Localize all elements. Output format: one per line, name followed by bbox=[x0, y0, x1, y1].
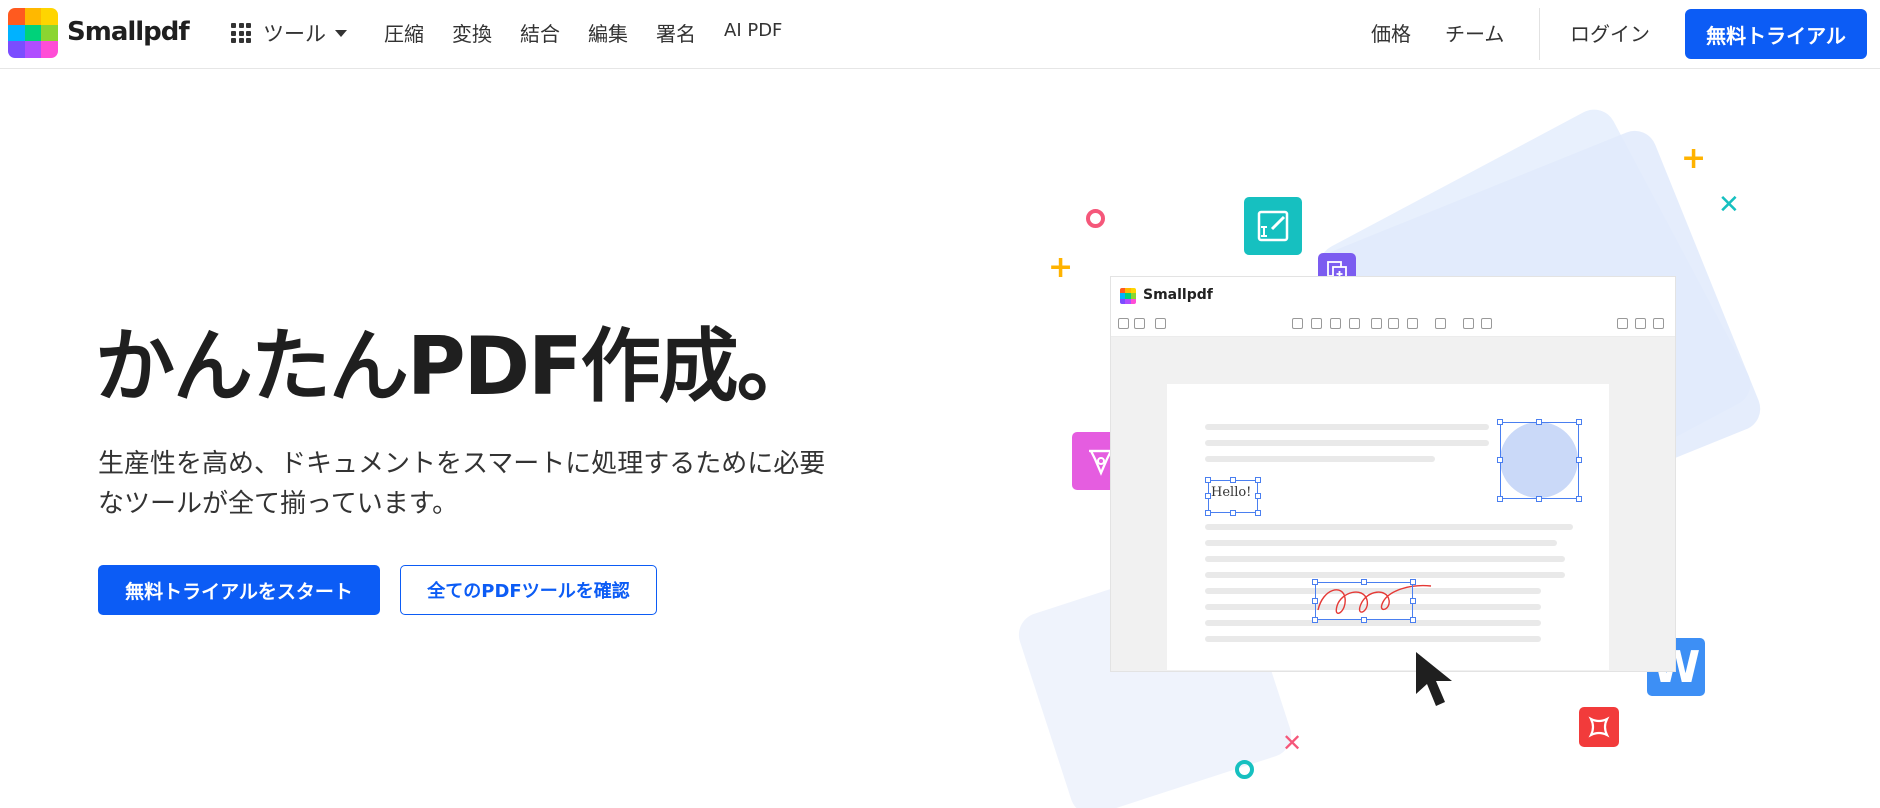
highlighter-icon bbox=[1330, 318, 1341, 329]
resize-handle bbox=[1255, 477, 1261, 483]
editor-toolbar: Smallpdf bbox=[1111, 277, 1675, 337]
resize-handle bbox=[1312, 579, 1318, 585]
view-all-tools-button[interactable]: 全てのPDFツールを確認 bbox=[400, 565, 657, 615]
nav-ai-pdf[interactable]: AI PDF bbox=[724, 20, 782, 47]
resize-handle bbox=[1576, 457, 1582, 463]
text-line bbox=[1205, 524, 1573, 530]
resize-handle bbox=[1205, 510, 1211, 516]
plus-decoration: + bbox=[1681, 141, 1707, 176]
pdf-tool-icon bbox=[1579, 707, 1619, 747]
free-trial-button[interactable]: 無料トライアル bbox=[1685, 9, 1867, 59]
line-tool-icon bbox=[1435, 318, 1446, 329]
shape-selection bbox=[1500, 422, 1579, 499]
hero-description-line-2: なツールが全て揃っています。 bbox=[98, 489, 459, 519]
app-grid-icon bbox=[231, 23, 251, 43]
hero-description-line-1: 生産性を高め、ドキュメントをスマートに処理するために必要 bbox=[98, 449, 826, 479]
text-line bbox=[1205, 424, 1489, 430]
mini-logo-icon bbox=[1120, 288, 1136, 304]
grid-view-icon bbox=[1134, 318, 1145, 329]
sample-text: Hello! bbox=[1211, 485, 1252, 500]
resize-handle bbox=[1205, 493, 1211, 499]
sidebar-toggle-icon bbox=[1118, 318, 1129, 329]
login-link[interactable]: ログイン bbox=[1570, 18, 1650, 47]
main-nav: 圧縮 変換 結合 編集 署名 AI PDF bbox=[384, 18, 810, 47]
top-navigation-bar: Smallpdf ツール 圧縮 変換 結合 編集 署名 AI PDF 価格 チー… bbox=[0, 0, 1880, 69]
redo-icon bbox=[1635, 318, 1646, 329]
nav-convert[interactable]: 変換 bbox=[452, 18, 492, 47]
resize-handle bbox=[1361, 617, 1367, 623]
mouse-cursor-icon bbox=[1416, 652, 1452, 706]
nav-compress[interactable]: 圧縮 bbox=[384, 18, 424, 47]
resize-handle bbox=[1410, 617, 1416, 623]
resize-handle bbox=[1497, 457, 1503, 463]
shape-tool-icon bbox=[1407, 318, 1418, 329]
nav-edit[interactable]: 編集 bbox=[588, 18, 628, 47]
resize-handle bbox=[1230, 477, 1236, 483]
ring-decoration bbox=[1235, 760, 1254, 779]
document-page-mockup: Hello! bbox=[1167, 384, 1609, 670]
ring-decoration bbox=[1086, 209, 1105, 228]
nav-pricing[interactable]: 価格 bbox=[1371, 18, 1411, 47]
hero-illustration: + + ✕ ✕ W Smallpdf bbox=[1000, 101, 1800, 808]
nav-merge[interactable]: 結合 bbox=[520, 18, 560, 47]
resize-handle bbox=[1230, 510, 1236, 516]
text-line bbox=[1205, 440, 1489, 446]
eraser-icon bbox=[1349, 318, 1360, 329]
text-line bbox=[1205, 572, 1565, 578]
signature-tool-icon bbox=[1481, 318, 1492, 329]
secondary-nav: 価格 チーム bbox=[1371, 18, 1538, 47]
resize-handle bbox=[1312, 617, 1318, 623]
hero-title: かんたんPDF作成。 bbox=[95, 320, 817, 413]
resize-handle bbox=[1410, 579, 1416, 585]
resize-handle bbox=[1361, 579, 1367, 585]
zoom-icon bbox=[1653, 318, 1664, 329]
undo-icon bbox=[1617, 318, 1628, 329]
mockup-brand: Smallpdf bbox=[1143, 287, 1213, 303]
pen-tool-icon bbox=[1311, 318, 1322, 329]
nav-team[interactable]: チーム bbox=[1445, 18, 1504, 47]
smallpdf-logo-icon[interactable] bbox=[8, 8, 58, 58]
resize-handle bbox=[1255, 510, 1261, 516]
resize-handle bbox=[1576, 419, 1582, 425]
resize-handle bbox=[1255, 493, 1261, 499]
image-tool-icon bbox=[1463, 318, 1474, 329]
plus-decoration: + bbox=[1048, 250, 1074, 285]
text-line bbox=[1205, 540, 1557, 546]
resize-handle bbox=[1497, 496, 1503, 502]
select-tool-icon bbox=[1292, 318, 1303, 329]
resize-handle bbox=[1497, 419, 1503, 425]
edit-pdf-icon bbox=[1244, 197, 1302, 255]
resize-handle bbox=[1536, 419, 1542, 425]
text-line bbox=[1205, 556, 1565, 562]
header-divider bbox=[1539, 8, 1540, 60]
resize-handle bbox=[1536, 496, 1542, 502]
tools-menu-button[interactable]: ツール bbox=[231, 17, 347, 49]
stamp-tool-icon bbox=[1388, 318, 1399, 329]
start-free-trial-button[interactable]: 無料トライアルをスタート bbox=[98, 565, 380, 615]
resize-handle bbox=[1205, 477, 1211, 483]
text-line bbox=[1205, 636, 1541, 642]
signature-selection bbox=[1315, 582, 1413, 620]
resize-handle bbox=[1576, 496, 1582, 502]
resize-handle bbox=[1312, 598, 1318, 604]
tools-menu-label: ツール bbox=[263, 22, 326, 46]
brand-name[interactable]: Smallpdf bbox=[67, 17, 190, 47]
text-tool-icon bbox=[1371, 318, 1382, 329]
resize-handle bbox=[1410, 598, 1416, 604]
chevron-down-icon bbox=[335, 29, 347, 37]
text-line bbox=[1205, 456, 1435, 462]
sparkle-decoration: ✕ bbox=[1718, 190, 1740, 220]
sparkle-decoration: ✕ bbox=[1282, 729, 1303, 757]
hero-description: 生産性を高め、ドキュメントをスマートに処理するために必要 なツールが全て揃ってい… bbox=[98, 444, 898, 524]
editor-window-mockup: Smallpdf Hello! bbox=[1110, 276, 1676, 672]
nav-sign[interactable]: 署名 bbox=[656, 18, 696, 47]
panel-icon bbox=[1155, 318, 1166, 329]
